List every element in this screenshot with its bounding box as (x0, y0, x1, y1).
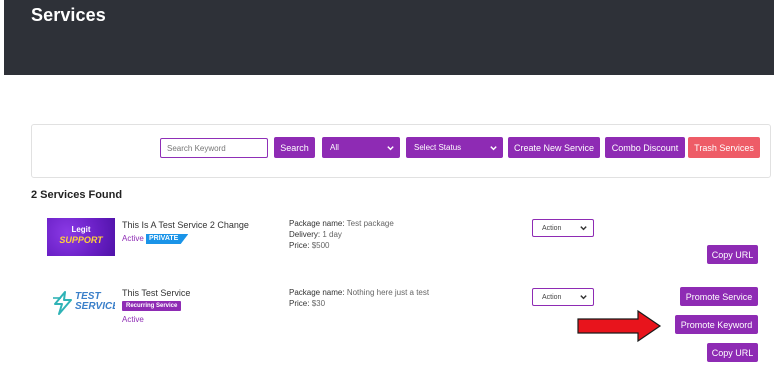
combo-discount-button[interactable]: Combo Discount (605, 137, 685, 158)
create-new-service-button[interactable]: Create New Service (508, 137, 600, 158)
trash-services-button[interactable]: Trash Services (688, 137, 760, 158)
thumbnail-text: Legit (71, 225, 91, 234)
promote-service-button[interactable]: Promote Service (680, 287, 758, 306)
page-header (4, 0, 774, 75)
action-select-value: Action (542, 224, 562, 232)
service-title[interactable]: This Is A Test Service 2 Change (122, 220, 249, 230)
service-thumbnail[interactable]: TEST SERVICE (47, 287, 115, 319)
action-select[interactable]: Action (532, 219, 594, 237)
thumbnail-text: SUPPORT (59, 235, 103, 245)
delivery-time: Delivery: 1 day (289, 230, 342, 239)
page-title: Services (31, 5, 106, 25)
package-name: Package name: Nothing here just a test (289, 288, 430, 297)
price: Price: $500 (289, 241, 330, 250)
red-arrow-icon (577, 309, 662, 343)
copy-url-button[interactable]: Copy URL (707, 245, 758, 264)
status-select-value: Select Status (414, 143, 462, 152)
search-input[interactable] (160, 138, 268, 158)
copy-url-button[interactable]: Copy URL (707, 343, 758, 362)
category-select[interactable]: All (322, 137, 400, 158)
service-title[interactable]: This Test Service (122, 288, 190, 298)
service-thumbnail[interactable]: Legit SUPPORT (47, 218, 115, 256)
services-page: Services Search All Select Status Create… (0, 0, 774, 374)
action-select-value: Action (542, 293, 562, 301)
recurring-badge: Recurring Service (122, 301, 182, 311)
thumbnail-text: TEST SERVICE (75, 291, 115, 312)
service-status: Active (122, 315, 144, 324)
status-select[interactable]: Select Status (406, 137, 503, 158)
chevron-down-icon (580, 295, 587, 300)
results-count: 2 Services Found (31, 189, 123, 201)
service-status: Active (122, 234, 144, 243)
action-select[interactable]: Action (532, 288, 594, 306)
promote-keyword-button[interactable]: Promote Keyword (675, 315, 758, 334)
lightning-bolt-icon (53, 291, 72, 315)
private-badge: PRIVATE (146, 234, 189, 244)
search-button[interactable]: Search (274, 137, 315, 158)
category-select-value: All (330, 143, 339, 152)
price: Price: $30 (289, 299, 326, 308)
chevron-down-icon (387, 145, 394, 150)
chevron-down-icon (580, 226, 587, 231)
package-name: Package name: Test package (289, 219, 394, 228)
chevron-down-icon (490, 145, 497, 150)
